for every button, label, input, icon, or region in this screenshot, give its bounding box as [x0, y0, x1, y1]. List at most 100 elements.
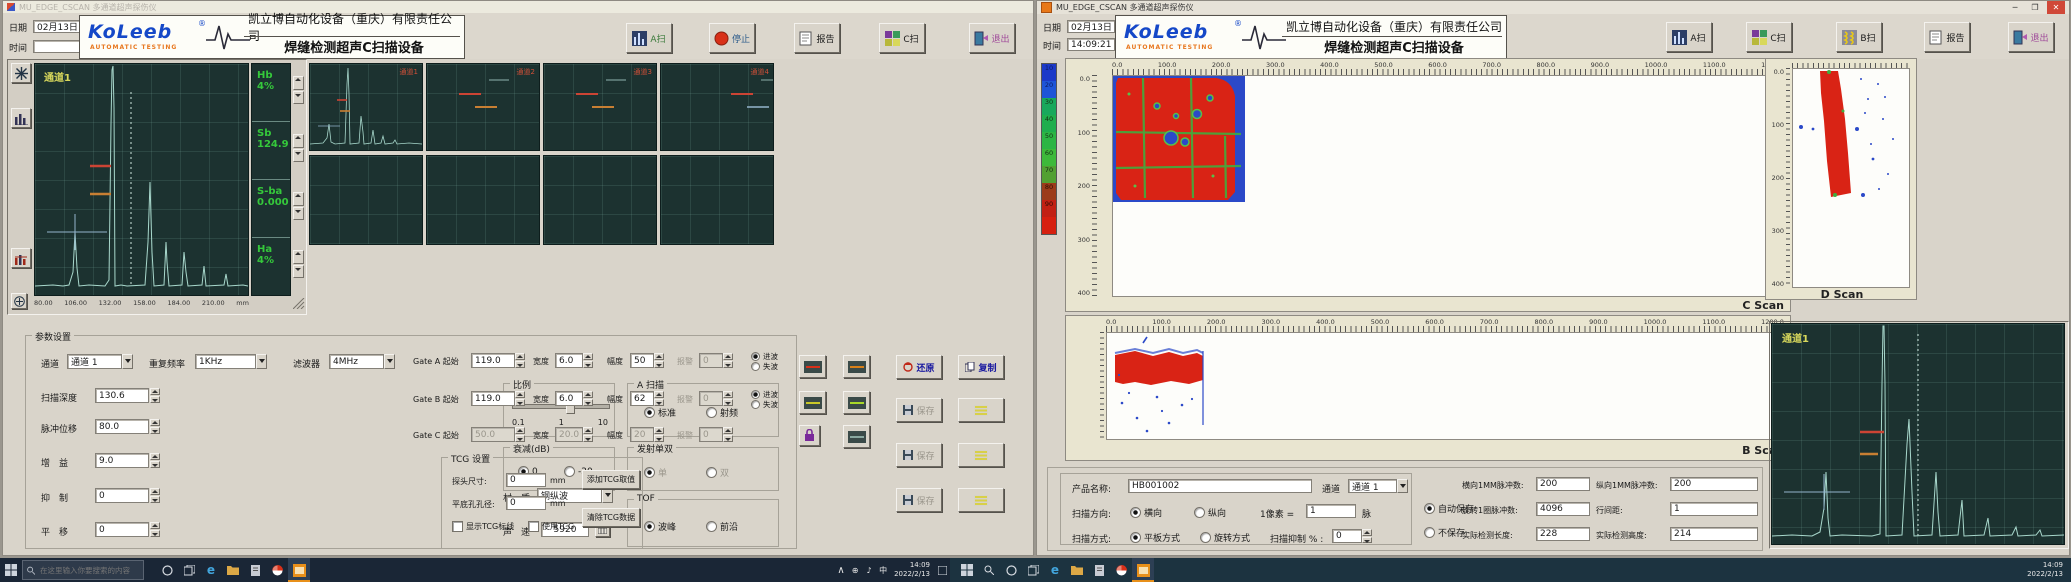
notepad-icon[interactable] — [244, 558, 266, 582]
gate-c-width-field[interactable]: 20.0 — [555, 427, 583, 442]
freeze-button[interactable] — [11, 63, 31, 83]
mini-channel-panel-6[interactable] — [426, 155, 540, 245]
date-field[interactable]: 02月13日 — [1067, 20, 1115, 33]
pinwheel-app-icon[interactable] — [1110, 558, 1132, 582]
product-name-field[interactable]: HB001002 — [1128, 479, 1312, 493]
toolbar-ascan-button[interactable]: A扫 — [626, 23, 672, 53]
toolbar-stop-button[interactable]: 停止 — [709, 23, 755, 53]
date-field[interactable]: 02月13日 — [33, 20, 81, 33]
toolbar-report-button[interactable]: 报告 — [794, 23, 840, 53]
gate-b-alarm-field[interactable]: 0 — [699, 391, 723, 406]
gate-a-alarm-field[interactable]: 0 — [699, 353, 723, 368]
tof-flank-radio[interactable]: 前沿 — [706, 520, 738, 533]
print-1-button[interactable] — [958, 398, 1004, 422]
folder-icon[interactable] — [1066, 558, 1088, 582]
row-gap-field[interactable]: 1 — [1670, 502, 1758, 516]
task-view-icon[interactable] — [178, 558, 200, 582]
scan-depth-field[interactable]: 130.6 — [95, 388, 149, 403]
time-field[interactable] — [33, 40, 81, 53]
probe-size-field[interactable]: 0 — [506, 473, 546, 487]
meas-3-spinner[interactable] — [293, 192, 304, 220]
meas-4-spinner[interactable] — [293, 250, 304, 278]
mini-channel-panel-2[interactable]: 通道2 — [426, 63, 540, 151]
print-2-button[interactable] — [958, 443, 1004, 467]
close-button[interactable]: ✕ — [2047, 1, 2065, 14]
edge-icon[interactable]: e — [1044, 558, 1066, 582]
gate-a-color-button[interactable] — [799, 355, 826, 378]
gain-field[interactable]: 9.0 — [95, 453, 149, 468]
folder-icon[interactable] — [222, 558, 244, 582]
gate-c-start-field[interactable]: 50.0 — [471, 427, 515, 442]
gate-a-start-spinner[interactable] — [515, 353, 525, 368]
chevron-down-icon[interactable] — [1397, 479, 1408, 493]
meas-1-spinner[interactable] — [293, 76, 304, 104]
cortana-icon[interactable] — [1000, 558, 1022, 582]
scan-reject-field[interactable]: 0 — [1332, 529, 1362, 543]
toolbar-cscan-button[interactable]: C扫 — [1746, 22, 1792, 52]
gate-a-width-spinner[interactable] — [583, 353, 593, 368]
gate-b-start-spinner[interactable] — [515, 391, 525, 406]
gate-b-alarm-spinner[interactable] — [723, 391, 733, 406]
time-field[interactable]: 14:09:21 — [1067, 38, 1115, 51]
detect-height-field[interactable]: 214 — [1670, 527, 1758, 541]
koleeb-app-icon[interactable] — [1132, 558, 1154, 582]
right-ascan-plot[interactable]: 通道1 — [1771, 323, 2065, 545]
mode-rotate-radio[interactable]: 旋转方式 — [1200, 531, 1250, 544]
mini-channel-panel-8[interactable] — [660, 155, 774, 245]
resize-grip-icon[interactable] — [293, 298, 305, 309]
scan-reject-spinner[interactable] — [1362, 529, 1372, 543]
save-params-button[interactable]: 保存 — [896, 398, 942, 422]
save-data-button[interactable]: 保存 — [896, 488, 942, 512]
gate-c-color-button[interactable] — [799, 391, 826, 414]
channel-combo[interactable]: 通道 1 — [67, 354, 133, 369]
ascan-standard-radio[interactable]: 标准 — [644, 406, 676, 419]
zoom-plus-button[interactable] — [11, 293, 27, 309]
toolbar-ascan-button[interactable]: A扫 — [1666, 22, 1712, 52]
gate-b-width-field[interactable]: 6.0 — [555, 391, 583, 406]
minimize-button[interactable]: ─ — [2007, 1, 2023, 14]
gate-b-color-button[interactable] — [843, 355, 870, 378]
gate-c-amp-field[interactable]: 20 — [630, 427, 654, 442]
dir-vertical-radio[interactable]: 纵向 — [1194, 506, 1226, 519]
v-pulse-field[interactable]: 200 — [1670, 477, 1758, 491]
cortana-icon[interactable] — [156, 558, 178, 582]
mode-flat-radio[interactable]: 平板方式 — [1130, 531, 1180, 544]
search-input[interactable] — [38, 565, 139, 576]
task-view-icon[interactable] — [1022, 558, 1044, 582]
tcg-show-checkbox[interactable]: 显示TCG标线 — [452, 521, 514, 532]
gate-a-amp-spinner[interactable] — [654, 353, 664, 368]
ascan-plot[interactable]: 通道1 — [34, 63, 249, 296]
chevron-down-icon[interactable] — [256, 354, 267, 369]
gate-b-start-field[interactable]: 119.0 — [471, 391, 515, 406]
chevron-down-icon[interactable] — [384, 354, 395, 369]
tcg-add-button[interactable]: 添加TCG取值 — [582, 470, 640, 489]
taskbar-search-box[interactable] — [22, 560, 144, 580]
gate-a-start-field[interactable]: 119.0 — [471, 353, 515, 368]
mini-channel-panel-4[interactable]: 通道4 — [660, 63, 774, 151]
rot-pulse-field[interactable]: 4096 — [1536, 502, 1590, 516]
taskbar-clock[interactable]: 14:092022/2/13 — [894, 561, 930, 579]
no-save-radio[interactable]: 不保存 — [1424, 526, 1465, 539]
mini-channel-panel-3[interactable]: 通道3 — [543, 63, 657, 151]
gate-c-width-spinner[interactable] — [583, 427, 593, 442]
histogram-view-button[interactable] — [11, 248, 31, 268]
tcg-clear-button[interactable]: 清除TCG数据 — [582, 508, 640, 527]
maximize-button[interactable]: ❐ — [2027, 1, 2043, 14]
dir-horizontal-radio[interactable]: 横向 — [1130, 506, 1162, 519]
gate-a-width-field[interactable]: 6.0 — [555, 353, 583, 368]
bscan-plot[interactable] — [1106, 332, 1786, 440]
gate-c-amp-spinner[interactable] — [654, 427, 664, 442]
emit-single-radio[interactable]: 单 — [644, 466, 667, 479]
gate-b-amp-spinner[interactable] — [654, 391, 664, 406]
dscan-plot[interactable] — [1792, 68, 1910, 288]
detect-length-field[interactable]: 228 — [1536, 527, 1590, 541]
ime-indicator[interactable]: 中 — [876, 558, 890, 582]
toolbar-bscan-button[interactable]: B扫 — [1836, 22, 1882, 52]
start-button[interactable] — [956, 558, 978, 582]
mini-channel-panel-1[interactable]: 通道1 — [309, 63, 423, 151]
shift-field[interactable]: 0 — [95, 522, 149, 537]
bscan-view-button[interactable] — [11, 108, 31, 128]
gate-c-alarm-spinner[interactable] — [723, 427, 733, 442]
tof-peak-radio[interactable]: 波峰 — [644, 520, 676, 533]
gate-b-amp-field[interactable]: 62 — [630, 391, 654, 406]
